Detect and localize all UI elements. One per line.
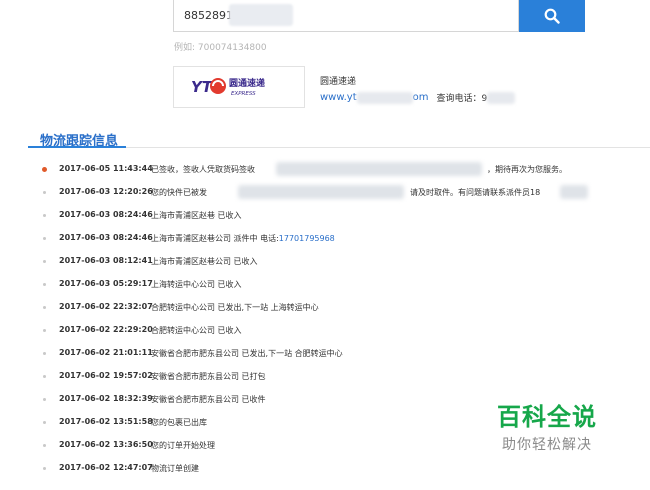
timeline-dot-icon (43, 329, 46, 332)
search-bar (173, 0, 585, 32)
watermark: 百科全说 助你轻松解决 (482, 402, 612, 454)
timeline-dot-icon (43, 306, 46, 309)
timeline-item: 2017-06-02 19:57:02 安徽省合肥市肥东县公司 已打包 (0, 367, 650, 389)
timeline-dot-icon (43, 398, 46, 401)
timeline-desc: 上海转运中心公司 已收入 (151, 280, 242, 289)
redacted-text (238, 185, 404, 199)
redacted-website (356, 91, 413, 104)
svg-text:EXPRESS: EXPRESS (231, 91, 256, 97)
timeline-time: 2017-06-02 13:36:50 (59, 440, 153, 449)
carrier-name: 圆通速递 (320, 77, 357, 87)
timeline-dot-icon (43, 191, 46, 194)
timeline-desc: 您的包裹已出库 (151, 418, 207, 427)
timeline-dot-active-icon (42, 167, 47, 172)
timeline-dot-icon (43, 352, 46, 355)
timeline-item: 2017-06-03 12:20:26 您的快件已被发 请及时取件。有问题请联系… (0, 183, 650, 205)
timeline-desc: 已签收，签收人凭取货码签收 (151, 165, 255, 174)
timeline-time: 2017-06-02 22:32:07 (59, 302, 153, 311)
timeline-desc: 安徽省合肥市肥东县公司 已收件 (151, 395, 266, 404)
timeline-dot-icon (43, 421, 46, 424)
timeline-dot-icon (43, 237, 46, 240)
timeline-item: 2017-06-05 11:43:44 已签收，签收人凭取货码签收 ，期待再次为… (0, 160, 650, 182)
redacted-text (276, 162, 482, 176)
timeline-desc: 上海市青浦区赵巷 已收入 (151, 211, 242, 220)
timeline-time: 2017-06-02 19:57:02 (59, 371, 153, 380)
redacted-text (560, 185, 588, 199)
timeline-desc: 合肥转运中心公司 已发出,下一站 上海转运中心 (151, 303, 319, 312)
watermark-subtitle: 助你轻松解决 (502, 437, 592, 453)
timeline-dot-icon (43, 375, 46, 378)
timeline-time: 2017-06-02 22:29:20 (59, 325, 153, 334)
timeline-time: 2017-06-03 12:20:26 (59, 187, 153, 196)
timeline-item: 2017-06-02 22:29:20 合肥转运中心公司 已收入 (0, 321, 650, 343)
timeline-dot-icon (43, 283, 46, 286)
carrier-info: 圆通速递 www.yt om 查询电话：9 (320, 74, 516, 104)
timeline-time: 2017-06-03 05:29:17 (59, 279, 153, 288)
timeline-desc: 上海市青浦区赵巷公司 派件中 电话:17701795968 (151, 233, 335, 244)
timeline-item: 2017-06-03 08:24:46 上海市青浦区赵巷公司 派件中 电话:17… (0, 229, 650, 251)
redacted-phone (487, 91, 516, 104)
courier-phone-number[interactable]: 17701795968 (279, 234, 335, 243)
timeline-desc: 您的订单开始处理 (151, 441, 215, 450)
redacted-tracking-digits (229, 4, 293, 26)
timeline-item: 2017-06-03 05:29:17 上海转运中心公司 已收入 (0, 275, 650, 297)
timeline-desc-end: 请及时取件。有问题请联系派件员18 (410, 188, 541, 197)
timeline-dot-icon (43, 260, 46, 263)
timeline-dot-icon (43, 467, 46, 470)
carrier-website-link[interactable]: www.yt (320, 92, 357, 103)
timeline-desc-text: 上海市青浦区赵巷公司 派件中 电话: (151, 234, 279, 243)
carrier-website-suffix[interactable]: om (413, 92, 429, 103)
section-title-underline (28, 146, 126, 148)
svg-text:圆通速递: 圆通速递 (229, 77, 265, 89)
timeline-desc: 上海市青浦区赵巷公司 已收入 (151, 257, 258, 266)
timeline-item: 2017-06-02 22:32:07 合肥转运中心公司 已发出,下一站 上海转… (0, 298, 650, 320)
carrier-logo[interactable]: YT 圆通速递 EXPRESS (173, 66, 305, 108)
timeline-time: 2017-06-03 08:12:41 (59, 256, 153, 265)
timeline-desc: 安徽省合肥市肥东县公司 已打包 (151, 372, 266, 381)
timeline-desc: 合肥转运中心公司 已收入 (151, 326, 242, 335)
timeline-desc: 您的快件已被发 (151, 188, 207, 197)
carrier-phone-label: 查询电话：9 (436, 94, 488, 104)
timeline-time: 2017-06-03 08:24:46 (59, 210, 153, 219)
timeline-time: 2017-06-02 21:01:11 (59, 348, 153, 357)
timeline-item: 2017-06-03 08:12:41 上海市青浦区赵巷公司 已收入 (0, 252, 650, 274)
timeline-time: 2017-06-05 11:43:44 (59, 164, 153, 173)
watermark-title: 百科全说 (497, 403, 597, 431)
search-icon (544, 8, 560, 24)
timeline-desc-end: ，期待再次为您服务。 (487, 165, 567, 174)
timeline-item: 2017-06-02 21:01:11 安徽省合肥市肥东县公司 已发出,下一站 … (0, 344, 650, 366)
timeline-item: 2017-06-03 08:24:46 上海市青浦区赵巷 已收入 (0, 206, 650, 228)
timeline-time: 2017-06-02 18:32:39 (59, 394, 153, 403)
timeline-time: 2017-06-02 12:47:07 (59, 463, 153, 472)
timeline-dot-icon (43, 444, 46, 447)
yto-logo-icon: YT 圆通速递 EXPRESS (191, 77, 265, 97)
timeline-time: 2017-06-02 13:51:58 (59, 417, 153, 426)
timeline-item: 2017-06-02 12:47:07 物流订单创建 (0, 459, 650, 481)
timeline-desc: 安徽省合肥市肥东县公司 已发出,下一站 合肥转运中心 (151, 349, 343, 358)
search-button[interactable] (519, 0, 585, 32)
tracking-number-input[interactable] (173, 0, 519, 32)
example-hint: 例如: 700074134800 (174, 43, 267, 53)
timeline-time: 2017-06-03 08:24:46 (59, 233, 153, 242)
timeline-dot-icon (43, 214, 46, 217)
timeline-desc: 物流订单创建 (151, 464, 199, 473)
